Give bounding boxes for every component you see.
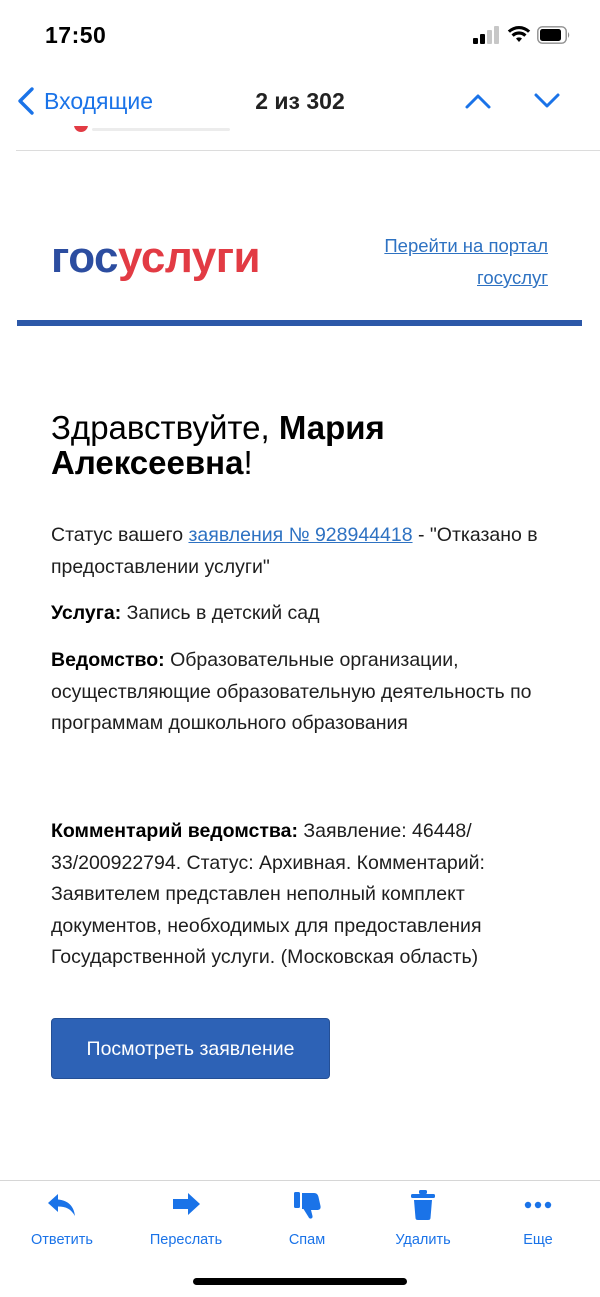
comment-value: Заявление: 46448/ 33/200922794. Статус: … xyxy=(51,820,485,968)
service-value: Запись в детский сад xyxy=(121,602,320,624)
reply-button[interactable]: Ответить xyxy=(12,1188,112,1248)
spam-button[interactable]: Спам xyxy=(257,1188,357,1248)
next-message-chevron-down-icon[interactable] xyxy=(533,92,561,110)
wifi-icon xyxy=(507,26,531,42)
forward-button[interactable]: Переслать xyxy=(136,1188,236,1248)
logo-part-gos: гос xyxy=(51,233,119,282)
application-link[interactable]: заявления № 928944418 xyxy=(188,524,412,546)
message-counter: 2 из 302 xyxy=(255,88,345,114)
comment-block: Комментарий ведомства: Заявление: 46448/… xyxy=(51,816,556,974)
service-label: Услуга: xyxy=(51,602,122,624)
toolbar-divider xyxy=(0,1180,600,1181)
department-label: Ведомство: xyxy=(51,649,165,671)
comment-label: Комментарий ведомства: xyxy=(51,820,298,842)
header-divider xyxy=(17,320,582,326)
sender-header-peek xyxy=(70,126,230,136)
previous-message-chevron-up-icon[interactable] xyxy=(464,92,492,110)
status-bar: 17:50 xyxy=(0,0,600,72)
nav-divider xyxy=(16,150,600,151)
mail-nav-bar: Входящие 2 из 302 xyxy=(0,72,600,132)
service-line: Услуга: Запись в детский сад xyxy=(51,598,556,630)
logo-part-uslugi: услуги xyxy=(118,233,261,282)
status-time: 17:50 xyxy=(45,22,107,48)
delete-button[interactable]: Удалить xyxy=(373,1188,473,1248)
reply-icon xyxy=(48,1194,75,1216)
sender-avatar xyxy=(74,126,88,132)
gosuslugi-logo: госуслуги xyxy=(51,232,261,284)
cellular-signal-icon xyxy=(473,26,499,44)
home-indicator xyxy=(193,1278,407,1285)
application-status: Статус вашего заявления № 928944418 - "О… xyxy=(51,524,538,578)
battery-icon xyxy=(537,26,570,44)
more-icon xyxy=(524,1201,552,1209)
forward-icon xyxy=(173,1193,200,1215)
department-line: Ведомство: Образовательные организации, … xyxy=(51,645,556,740)
greeting: Здравствуйте, Мария Алексеевна! xyxy=(51,409,385,481)
portal-link[interactable]: Перейти на портал госуслуг xyxy=(328,230,548,294)
more-button[interactable]: Еще xyxy=(488,1188,588,1248)
trash-icon xyxy=(411,1190,435,1220)
thumbs-down-icon xyxy=(294,1192,321,1219)
view-application-button[interactable]: Посмотреть заявление xyxy=(51,1018,330,1079)
